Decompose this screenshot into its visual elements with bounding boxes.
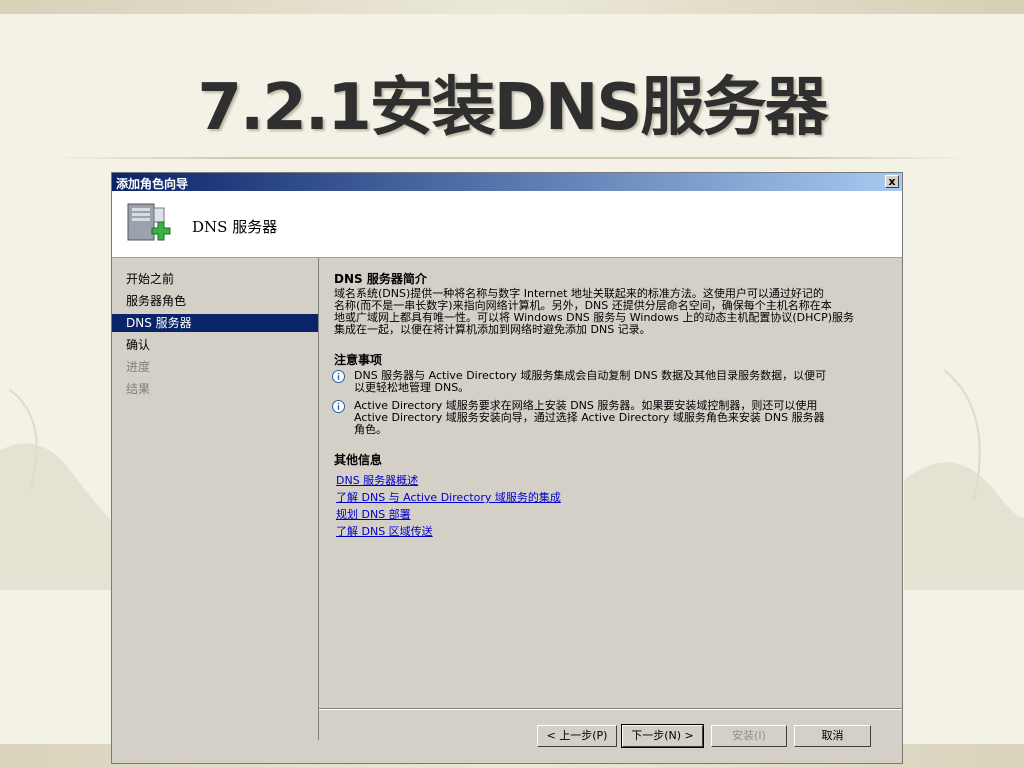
window-titlebar: 添加角色向导 x bbox=[112, 173, 902, 191]
cancel-button[interactable]: 取消 bbox=[794, 725, 871, 747]
step-results: 结果 bbox=[126, 382, 151, 396]
step-progress: 进度 bbox=[126, 360, 151, 374]
info-icon bbox=[332, 370, 345, 383]
intro-line: 集成在一起，以便在将计算机添加到网络时避免添加 DNS 记录。 bbox=[334, 323, 651, 336]
previous-button[interactable]: < 上一步(P) bbox=[537, 725, 617, 747]
wizard-page-title: DNS 服务器 bbox=[192, 218, 278, 236]
ink-painting-decoration-right bbox=[904, 369, 1024, 590]
step-confirmation[interactable]: 确认 bbox=[112, 336, 318, 354]
slide-top-band bbox=[0, 0, 1024, 14]
link-dns-ad-integration[interactable]: 了解 DNS 与 Active Directory 域服务的集成 bbox=[336, 489, 561, 505]
next-button[interactable]: 下一步(N) > bbox=[621, 724, 704, 748]
more-info-heading: 其他信息 bbox=[334, 453, 383, 467]
step-before-you-begin[interactable]: 开始之前 bbox=[112, 270, 318, 288]
server-add-role-icon bbox=[127, 203, 171, 241]
intro-heading: DNS 服务器简介 bbox=[334, 272, 427, 286]
link-plan-dns-deployment[interactable]: 规划 DNS 部署 bbox=[336, 506, 411, 522]
notes-heading: 注意事项 bbox=[334, 353, 383, 367]
title-divider bbox=[48, 157, 972, 159]
step-dns-server[interactable]: DNS 服务器 bbox=[112, 314, 318, 332]
note-line: 角色。 bbox=[354, 423, 387, 436]
wizard-header: DNS 服务器 bbox=[112, 191, 902, 258]
wizard-step-list: 开始之前 服务器角色 DNS 服务器 确认 进度 结果 bbox=[112, 258, 319, 740]
wizard-content: DNS 服务器简介 域名系统(DNS)提供一种将名称与数字 Internet 地… bbox=[319, 258, 902, 708]
window-title: 添加角色向导 bbox=[116, 177, 189, 191]
step-server-roles[interactable]: 服务器角色 bbox=[112, 292, 318, 310]
add-roles-wizard-window: 添加角色向导 x DNS 服务器 开始之前 服务器角色 DNS 服务器 确认 进… bbox=[111, 172, 903, 764]
close-button[interactable]: x bbox=[885, 175, 899, 188]
link-dns-zone-transfer[interactable]: 了解 DNS 区域传送 bbox=[336, 523, 433, 539]
info-icon bbox=[332, 400, 345, 413]
button-area-divider bbox=[319, 708, 902, 710]
note-line: Active Directory 域服务安装向导，通过选择 Active Dir… bbox=[354, 411, 825, 424]
intro-paragraph: 域名系统(DNS)提供一种将名称与数字 Internet 地址关联起来的标准方法… bbox=[334, 288, 889, 336]
ink-painting-decoration bbox=[0, 389, 120, 590]
link-dns-overview[interactable]: DNS 服务器概述 bbox=[336, 472, 418, 488]
install-button: 安装(I) bbox=[711, 725, 787, 747]
slide-title: 7.2.1安装DNS服务器 bbox=[197, 71, 829, 145]
note-line: 以更轻松地管理 DNS。 bbox=[354, 381, 470, 394]
